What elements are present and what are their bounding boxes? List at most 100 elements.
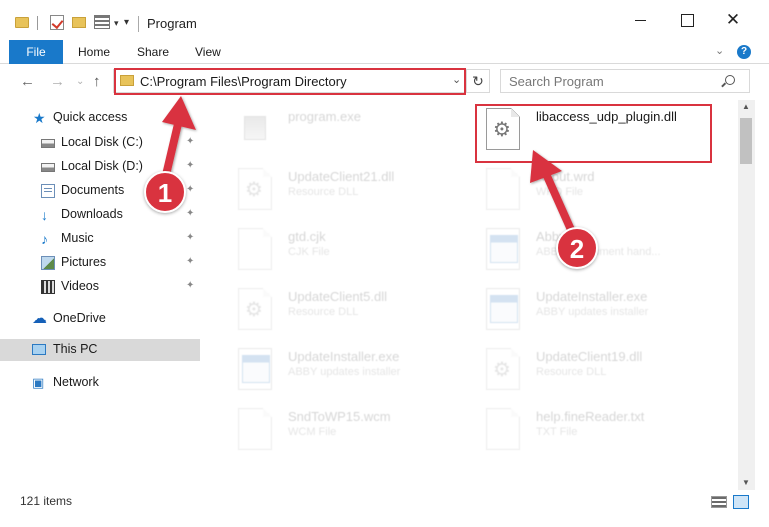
file-item[interactable]: About.wrd WRD File (472, 164, 712, 216)
toolbar-more-icon[interactable]: ▾ (124, 17, 129, 28)
sidebar-item-label: Documents (61, 183, 125, 197)
maximize-button[interactable] (677, 10, 697, 30)
large-icons-view-icon[interactable] (733, 495, 749, 509)
toolbar-dropdown-icon[interactable]: ▾ (114, 18, 119, 29)
quick-access-separator (37, 16, 38, 30)
dll-gear-icon (238, 288, 272, 330)
sidebar-item-music[interactable]: ♪ Music ✦ (0, 228, 200, 250)
minimize-button[interactable] (631, 10, 651, 30)
sidebar-item-quick-access[interactable]: ★ Quick access (0, 107, 200, 129)
file-item[interactable]: UpdateClient21.dll Resource DLL (224, 164, 464, 216)
sidebar-item-this-pc[interactable]: This PC (0, 339, 200, 361)
file-name: help.fineReader.txt (536, 409, 645, 424)
sidebar-item-network[interactable]: ▣ Network (0, 372, 200, 394)
window-title: Program (147, 16, 197, 31)
file-item[interactable]: UpdateInstaller.exe ABBY updates install… (472, 284, 712, 336)
scroll-down-icon[interactable]: ▼ (742, 478, 750, 487)
pin-icon[interactable]: ✦ (186, 160, 194, 171)
file-name: SndToWP15.wcm (288, 409, 391, 424)
tab-share[interactable]: Share (137, 45, 169, 59)
file-type: ABBYY document hand... (536, 246, 661, 258)
pin-icon[interactable]: ✦ (186, 136, 194, 147)
up-button[interactable]: ↑ (93, 73, 101, 90)
sidebar-item-label: Downloads (61, 207, 123, 221)
pin-icon[interactable]: ✦ (186, 184, 194, 195)
title-separator (138, 16, 139, 32)
new-folder-icon[interactable] (72, 17, 86, 28)
ribbon: File Home Share View ⌄ ? (0, 40, 769, 64)
scroll-up-icon[interactable]: ▲ (742, 102, 750, 111)
sidebar-item-label: OneDrive (53, 311, 106, 325)
executable-icon (238, 348, 272, 390)
search-input[interactable]: Search Program (509, 74, 604, 89)
sidebar-item-label: Quick access (53, 110, 128, 124)
item-count: 121 items (20, 494, 73, 508)
pin-icon[interactable]: ✦ (186, 232, 194, 243)
executable-icon (486, 288, 520, 330)
pin-icon[interactable]: ✦ (186, 208, 194, 219)
file-item[interactable]: UpdateInstaller.exe ABBY updates install… (224, 344, 464, 396)
search-box[interactable]: Search Program (500, 69, 750, 93)
sidebar-item-pictures[interactable]: Pictures ✦ (0, 252, 200, 274)
file-item[interactable]: SndToWP15.wcm WCM File (224, 404, 464, 456)
file-item[interactable]: UpdateClient19.dll Resource DLL (472, 344, 712, 396)
details-view-icon[interactable] (711, 496, 727, 508)
file-name: UpdateInstaller.exe (536, 289, 648, 304)
file-name: UpdateClient21.dll (288, 169, 395, 184)
pin-icon[interactable]: ✦ (186, 256, 194, 267)
step-2-badge: 2 (556, 227, 598, 269)
folder-icon[interactable] (15, 17, 29, 28)
pin-icon[interactable]: ✦ (186, 280, 194, 291)
drive-icon (41, 139, 55, 148)
sidebar-item-label: Videos (61, 279, 99, 293)
file-item[interactable]: program.exe (224, 104, 464, 156)
document-icon (238, 408, 272, 450)
recent-locations-chevron-icon[interactable]: ⌄ (76, 76, 84, 87)
scroll-thumb[interactable] (740, 118, 752, 164)
tab-file[interactable]: File (9, 40, 63, 64)
sidebar-item-local-disk-c[interactable]: Local Disk (C:) ✦ (0, 132, 200, 154)
sidebar-item-onedrive[interactable]: ☁ OneDrive (0, 308, 200, 330)
drive-icon (41, 163, 55, 172)
onedrive-icon: ☁ (32, 310, 47, 327)
address-bar-highlight-box (114, 68, 466, 95)
properties-check-icon[interactable] (50, 15, 64, 30)
file-type: Resource DLL (288, 306, 359, 318)
back-button[interactable]: ← (20, 73, 35, 90)
help-icon[interactable]: ? (737, 45, 751, 59)
refresh-button[interactable]: ↻ (466, 69, 490, 93)
file-item[interactable]: UpdateClient5.dll Resource DLL (224, 284, 464, 336)
sidebar-item-videos[interactable]: Videos ✦ (0, 276, 200, 298)
file-name: UpdateClient5.dll (288, 289, 388, 304)
star-icon: ★ (33, 110, 46, 126)
file-explorer-window: ▾ ▾ Program ✕ File Home Share View ⌄ ? ←… (0, 0, 769, 527)
file-type: WRD File (536, 186, 584, 198)
pictures-icon (41, 256, 55, 270)
sidebar-item-label: Music (61, 231, 94, 245)
navigation-pane: ★ Quick access Local Disk (C:) ✦ Local D… (0, 100, 205, 490)
tab-home[interactable]: Home (78, 45, 110, 59)
vertical-scrollbar[interactable]: ▲ ▼ (738, 100, 755, 490)
step-1-badge: 1 (144, 171, 186, 213)
network-icon: ▣ (32, 375, 45, 390)
search-icon[interactable] (725, 75, 735, 85)
file-name: UpdateInstaller.exe (288, 349, 400, 364)
executable-icon (238, 108, 272, 150)
file-type: WCM File (288, 426, 337, 438)
file-item[interactable]: help.fineReader.txt TXT File (472, 404, 712, 456)
sidebar-item-label: This PC (53, 342, 98, 356)
document-icon (238, 228, 272, 270)
file-type: Resource DLL (536, 366, 607, 378)
music-icon: ♪ (41, 231, 48, 247)
tab-view[interactable]: View (195, 45, 221, 59)
sidebar-item-label: Network (53, 375, 99, 389)
forward-button[interactable]: → (50, 73, 65, 90)
file-type: CJK File (288, 246, 330, 258)
file-item[interactable]: gtd.cjk CJK File (224, 224, 464, 276)
close-button[interactable]: ✕ (723, 10, 743, 30)
documents-icon (41, 184, 55, 198)
file-type: Resource DLL (288, 186, 359, 198)
file-type: ABBY updates installer (536, 306, 649, 318)
expand-ribbon-chevron-icon[interactable]: ⌄ (715, 44, 724, 57)
customize-toolbar-icon[interactable] (94, 15, 110, 29)
